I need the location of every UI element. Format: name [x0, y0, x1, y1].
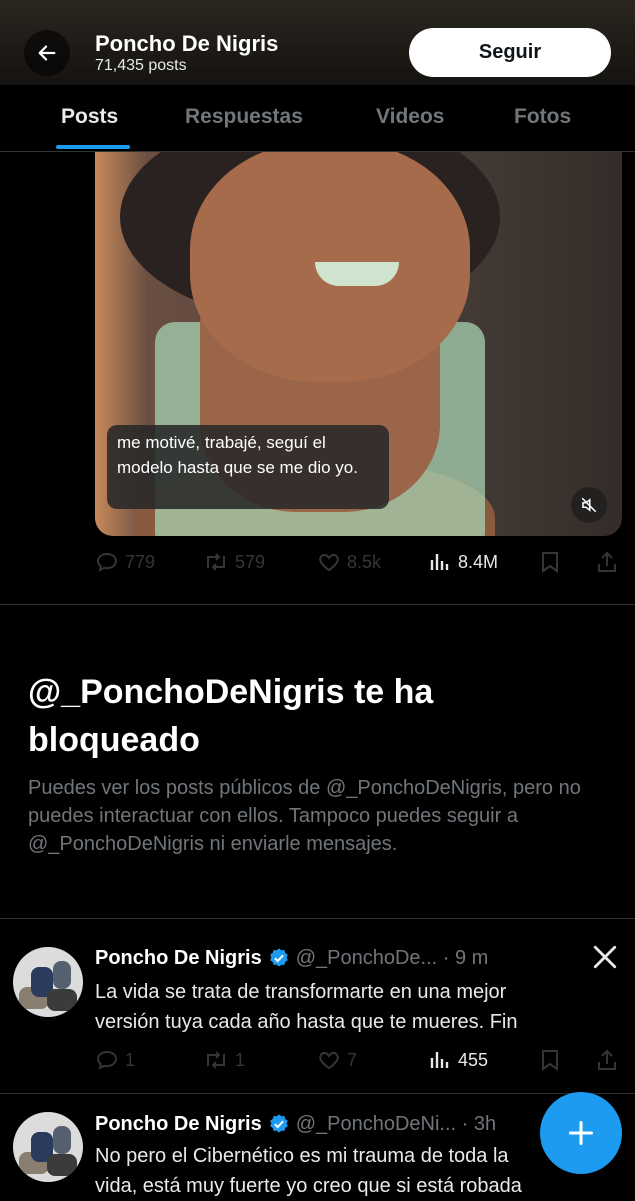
share-icon — [595, 550, 619, 574]
smile-shape — [315, 262, 399, 286]
share-button[interactable] — [595, 547, 619, 577]
tab-posts[interactable]: Posts — [61, 105, 118, 129]
verified-badge-icon — [268, 1113, 290, 1135]
post-header: Poncho De Nigris @_PonchoDe... · 9 m — [95, 943, 488, 973]
arrow-left-icon — [36, 42, 58, 64]
views-button[interactable]: 8.4M — [428, 547, 498, 577]
share-button[interactable] — [595, 1045, 619, 1075]
blocked-description: Puedes ver los posts públicos de @_Ponch… — [28, 777, 581, 855]
views-button[interactable]: 455 — [428, 1045, 488, 1075]
author-handle-time: @_PonchoDeNi... · 3h — [295, 1112, 497, 1135]
bookmark-button[interactable] — [539, 547, 561, 577]
divider — [0, 604, 635, 605]
views-count: 8.4M — [458, 551, 499, 572]
bookmark-button[interactable] — [539, 1045, 561, 1075]
post-secondary-actions: 455 — [95, 1045, 625, 1075]
profile-name: Poncho De Nigris — [95, 31, 279, 56]
compose-button[interactable] — [540, 1092, 622, 1174]
blocked-title: @_PonchoDeNigris te ha bloqueado — [28, 673, 434, 759]
video-caption: me motivé, trabajé, seguí el modelo hast… — [107, 425, 389, 509]
views-count: 455 — [458, 1049, 489, 1070]
muted-speaker-icon — [580, 496, 598, 514]
views-chart-icon — [428, 1048, 452, 1072]
views-chart-icon — [428, 550, 452, 574]
follow-button[interactable]: Seguir — [409, 28, 611, 77]
plus-icon — [567, 1119, 595, 1147]
bookmark-icon — [539, 1048, 561, 1072]
profile-header: Poncho De Nigris 71,435 posts Seguir — [0, 0, 635, 85]
divider — [0, 1093, 635, 1094]
divider — [0, 918, 635, 919]
verified-badge-icon — [268, 947, 290, 969]
post-text-line-1: No pero el Cibernético es mi trauma de t… — [95, 1145, 509, 1167]
media-post-secondary-actions: 8.4M — [95, 547, 625, 577]
share-icon — [595, 1048, 619, 1072]
bookmark-icon — [539, 550, 561, 574]
tab-videos[interactable]: Videos — [376, 105, 444, 129]
profile-tabs: Posts Respuestas Videos Fotos — [0, 85, 635, 152]
mute-button[interactable] — [571, 487, 607, 523]
tab-fotos[interactable]: Fotos — [514, 105, 571, 129]
author-name[interactable]: Poncho De Nigris — [95, 1113, 262, 1136]
post-count: 71,435 posts — [95, 57, 187, 74]
author-handle-time: @_PonchoDe... · 9 m — [295, 946, 489, 969]
tab-respuestas[interactable]: Respuestas — [185, 105, 303, 129]
active-tab-indicator — [56, 145, 130, 149]
post-text-line-2: vida, está muy fuerte yo creo que si est… — [95, 1175, 522, 1197]
author-name[interactable]: Poncho De Nigris — [95, 947, 262, 970]
post-header: Poncho De Nigris @_PonchoDeNi... · 3h — [95, 1109, 496, 1139]
post-text-line-1: La vida se trata de transformarte en una… — [95, 981, 507, 1003]
back-button[interactable] — [24, 30, 70, 76]
avatar[interactable] — [13, 1112, 83, 1182]
x-logo-icon — [592, 944, 618, 970]
post-text-line-2: versión tuya cada año hasta que te muere… — [95, 1011, 518, 1033]
avatar[interactable] — [13, 947, 83, 1017]
